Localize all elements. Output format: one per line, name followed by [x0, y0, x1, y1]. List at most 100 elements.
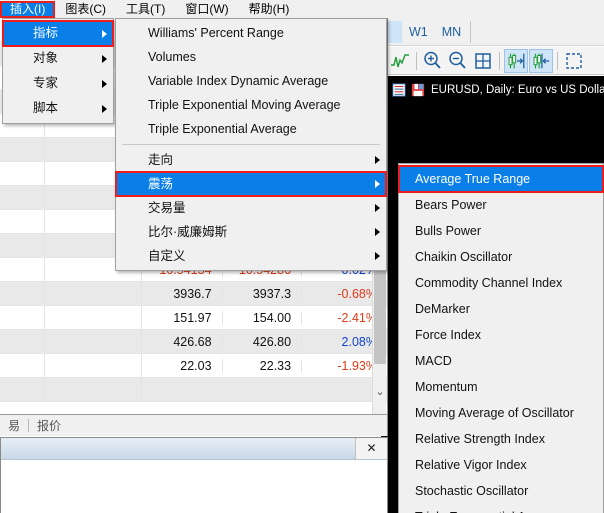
- menu-oscillators-item-3[interactable]: Chaikin Oscillator: [399, 244, 603, 270]
- menu-oscillators-item-6[interactable]: Force Index: [399, 322, 603, 348]
- menubar-item-4[interactable]: 帮助(H): [239, 1, 300, 18]
- table-row[interactable]: [0, 378, 387, 402]
- cell-spacer: [45, 282, 143, 305]
- menu-item-label: 专家: [33, 76, 59, 90]
- shift-left-icon[interactable]: [529, 48, 553, 73]
- menu-oscillators-item-4[interactable]: Commodity Channel Index: [399, 270, 603, 296]
- menu-indicators: Williams' Percent Range Volumes Variable I…: [115, 18, 387, 271]
- menu-indicators-item-9[interactable]: 自定义: [116, 244, 386, 268]
- menu-oscillators-item-5[interactable]: DeMarker: [399, 296, 603, 322]
- timeframe-tab-mn[interactable]: MN: [435, 21, 468, 43]
- crosshair-box-icon[interactable]: [562, 49, 586, 73]
- bottom-panel: ✕: [0, 437, 388, 513]
- menu-indicators-item-6[interactable]: 震荡: [115, 171, 387, 197]
- cell-bid: 3936.7: [173, 286, 212, 301]
- menu-oscillators-item-1[interactable]: Bears Power: [399, 192, 603, 218]
- menu-separator: [122, 144, 380, 145]
- chart-title-bar: EURUSD, Daily: Euro vs US Dollar: [388, 76, 604, 104]
- menubar-item-1[interactable]: 图表(C): [55, 1, 116, 18]
- table-row[interactable]: 426.68 426.80 2.08%: [0, 330, 387, 354]
- bottom-tab-strip: 易 报价: [0, 414, 388, 436]
- menu-item-label: 交易量: [148, 201, 186, 215]
- table-row[interactable]: 3936.7 3937.3 -0.68%: [0, 282, 387, 306]
- menu-insert-item-3[interactable]: 脚本: [3, 96, 113, 121]
- toolbar-divider: [470, 20, 472, 43]
- cell-spacer: [45, 354, 143, 377]
- menu-item-label: 指标: [33, 26, 59, 40]
- menu-indicators-item-7[interactable]: 交易量: [116, 196, 386, 220]
- menu-insert-item-1[interactable]: 对象: [3, 46, 113, 71]
- close-icon[interactable]: ✕: [355, 438, 387, 459]
- table-row[interactable]: 151.97 154.00 -2.41%: [0, 306, 387, 330]
- bottom-tab-trade[interactable]: 易: [0, 417, 28, 434]
- menu-item-label: Relative Strength Index: [415, 432, 545, 446]
- save-chart-icon[interactable]: [411, 83, 425, 97]
- cell-ask: 3937.3: [221, 286, 302, 301]
- bottom-tab-quotes[interactable]: 报价: [29, 417, 69, 434]
- bottom-panel-header: ✕: [1, 438, 387, 460]
- menu-item-label: Force Index: [415, 328, 482, 342]
- grid-icon[interactable]: [471, 49, 495, 73]
- cell-symbol: [0, 330, 46, 353]
- menu-item-label: Average True Range: [415, 172, 531, 186]
- menu-oscillators-item-0[interactable]: Average True Range: [398, 165, 604, 193]
- cell-bid: 426.68: [173, 334, 212, 349]
- menu-oscillators-item-13[interactable]: Triple Exponential Average: [399, 504, 603, 513]
- menu-insert-item-2[interactable]: 专家: [3, 71, 113, 96]
- cell-spacer: [45, 306, 143, 329]
- submenu-arrow-icon: [375, 252, 380, 260]
- menu-oscillators-item-11[interactable]: Relative Vigor Index: [399, 452, 603, 478]
- timeframe-tab-current[interactable]: [388, 20, 402, 43]
- cell-symbol: [0, 306, 46, 329]
- cell-spacer: [45, 378, 143, 401]
- menu-item-label: Bulls Power: [415, 224, 481, 238]
- chart-list-icon[interactable]: [392, 83, 406, 97]
- submenu-arrow-icon: [102, 54, 107, 63]
- zoom-in-icon[interactable]: [421, 49, 445, 73]
- shift-right-icon[interactable]: [504, 48, 528, 73]
- scroll-down-arrow[interactable]: ⌄: [373, 384, 387, 400]
- submenu-arrow-icon: [375, 228, 380, 236]
- menu-item-label: Stochastic Oscillator: [415, 484, 529, 498]
- cell-ask: 22.33: [221, 358, 302, 373]
- menu-oscillators-item-8[interactable]: Momentum: [399, 374, 603, 400]
- menu-indicators-item-3[interactable]: Triple Exponential Moving Average: [116, 93, 386, 117]
- menu-oscillators-item-10[interactable]: Relative Strength Index: [399, 426, 603, 452]
- timeframe-toolbar: W1 MN: [388, 18, 604, 46]
- cell-symbol: [0, 186, 46, 209]
- bottom-panel-body[interactable]: [1, 460, 387, 513]
- zoom-out-icon[interactable]: [446, 49, 470, 73]
- menu-indicators-item-0[interactable]: Williams' Percent Range: [116, 21, 386, 45]
- submenu-arrow-icon: [102, 104, 107, 113]
- timeframe-tab-w1[interactable]: W1: [402, 21, 435, 43]
- menu-item-label: 自定义: [148, 249, 186, 263]
- menu-indicators-item-2[interactable]: Variable Index Dynamic Average: [116, 69, 386, 93]
- menu-item-label: 对象: [33, 51, 59, 65]
- menu-oscillators-item-9[interactable]: Moving Average of Oscillator: [399, 400, 603, 426]
- cell-symbol: [0, 378, 46, 401]
- menu-indicators-item-8[interactable]: 比尔·威廉姆斯: [116, 220, 386, 244]
- menu-indicators-item-5[interactable]: 走向: [116, 148, 386, 172]
- menubar-item-0[interactable]: 插入(I): [0, 0, 56, 18]
- menu-item-label: 震荡: [148, 177, 174, 191]
- menu-insert: 指标 对象 专家 脚本: [2, 18, 114, 124]
- menu-oscillators-item-2[interactable]: Bulls Power: [399, 218, 603, 244]
- menubar-item-3[interactable]: 窗口(W): [175, 1, 238, 18]
- cell-symbol: [0, 354, 46, 377]
- menubar-item-2[interactable]: 工具(T): [116, 1, 175, 18]
- indicator-icon[interactable]: [388, 49, 412, 73]
- table-row[interactable]: 22.03 22.33 -1.93%: [0, 354, 387, 378]
- menu-insert-item-0[interactable]: 指标: [2, 20, 114, 47]
- cell-ask: 154.00: [221, 310, 302, 325]
- menu-oscillators-item-7[interactable]: MACD: [399, 348, 603, 374]
- cell-symbol: [0, 282, 46, 305]
- menu-indicators-item-1[interactable]: Volumes: [116, 45, 386, 69]
- menu-bar: 插入(I) 图表(C) 工具(T) 窗口(W) 帮助(H): [0, 0, 604, 18]
- toolbar-divider: [557, 51, 558, 70]
- submenu-arrow-icon: [375, 204, 380, 212]
- menu-indicators-item-4[interactable]: Triple Exponential Average: [116, 117, 386, 141]
- menu-item-label: 脚本: [33, 101, 59, 115]
- menu-oscillators-item-12[interactable]: Stochastic Oscillator: [399, 478, 603, 504]
- menu-item-label: Moving Average of Oscillator: [415, 406, 574, 420]
- submenu-arrow-icon: [375, 180, 380, 188]
